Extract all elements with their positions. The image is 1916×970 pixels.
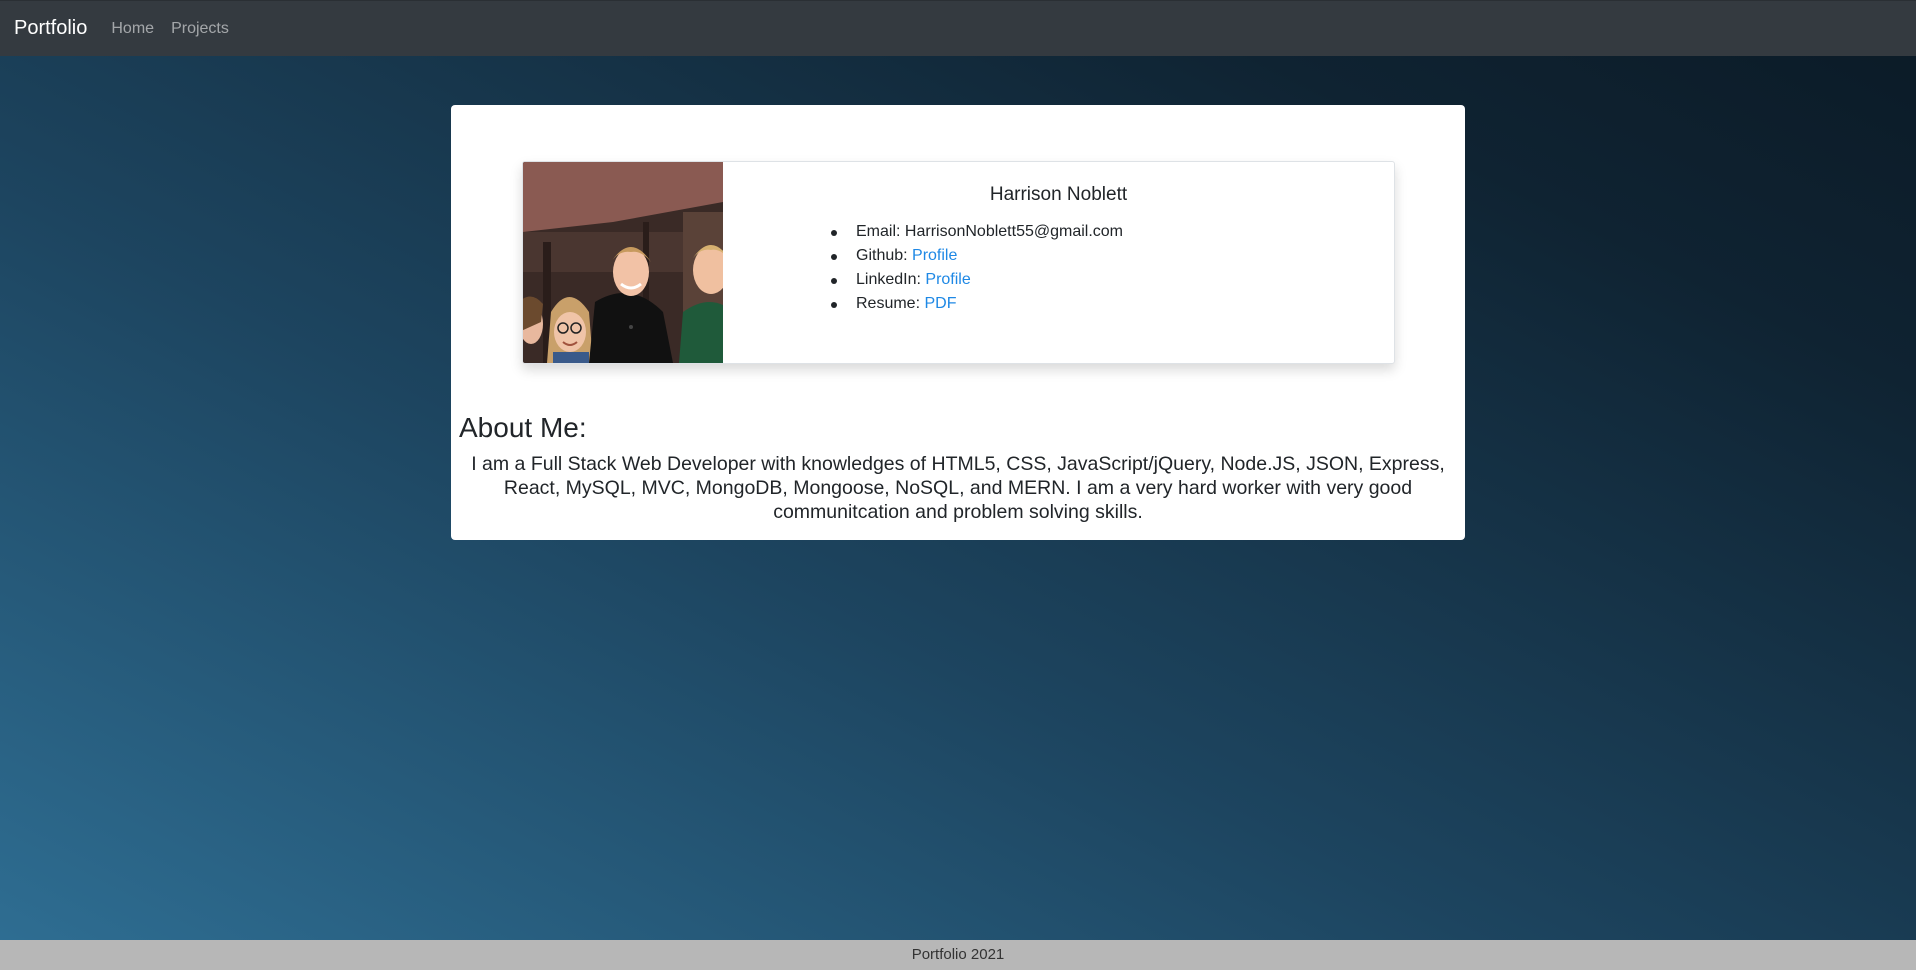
list-item-linkedin: LinkedIn: Profile: [830, 268, 1123, 292]
about-text: I am a Full Stack Web Developer with kno…: [471, 453, 1445, 523]
profile-photo: [523, 162, 723, 363]
email-label: Email:: [856, 223, 905, 240]
list-item-github: Github: Profile: [830, 244, 1123, 268]
top-navbar: Portfolio Home Projects: [0, 0, 1916, 56]
email-value: HarrisonNoblett55@gmail.com: [904, 223, 1124, 240]
resume-pdf-link[interactable]: PDF: [924, 295, 956, 312]
nav-link-projects[interactable]: Projects: [171, 20, 229, 38]
profile-info-list: Email: HarrisonNoblett55@gmail.com Githu…: [830, 220, 1124, 316]
resume-label: Resume:: [856, 295, 925, 312]
profile-name: Harrison Noblett: [989, 184, 1128, 205]
about-title: About Me:: [459, 412, 587, 443]
main-card: Harrison Noblett Email: HarrisonNoblett5…: [451, 105, 1465, 540]
linkedin-profile-link[interactable]: Profile: [925, 271, 970, 288]
list-item-resume: Resume: PDF: [830, 292, 1123, 316]
footer: Portfolio 2021: [0, 940, 1916, 970]
list-item-email: Email: HarrisonNoblett55@gmail.com: [830, 220, 1124, 244]
github-label: Github:: [856, 247, 913, 264]
navbar-brand[interactable]: Portfolio: [14, 17, 87, 40]
github-profile-link[interactable]: Profile: [912, 247, 957, 264]
linkedin-label: LinkedIn:: [856, 271, 926, 288]
profile-card: Harrison Noblett Email: HarrisonNoblett5…: [522, 161, 1395, 364]
nav-link-home[interactable]: Home: [111, 20, 154, 38]
footer-text: Portfolio 2021: [911, 946, 1005, 963]
